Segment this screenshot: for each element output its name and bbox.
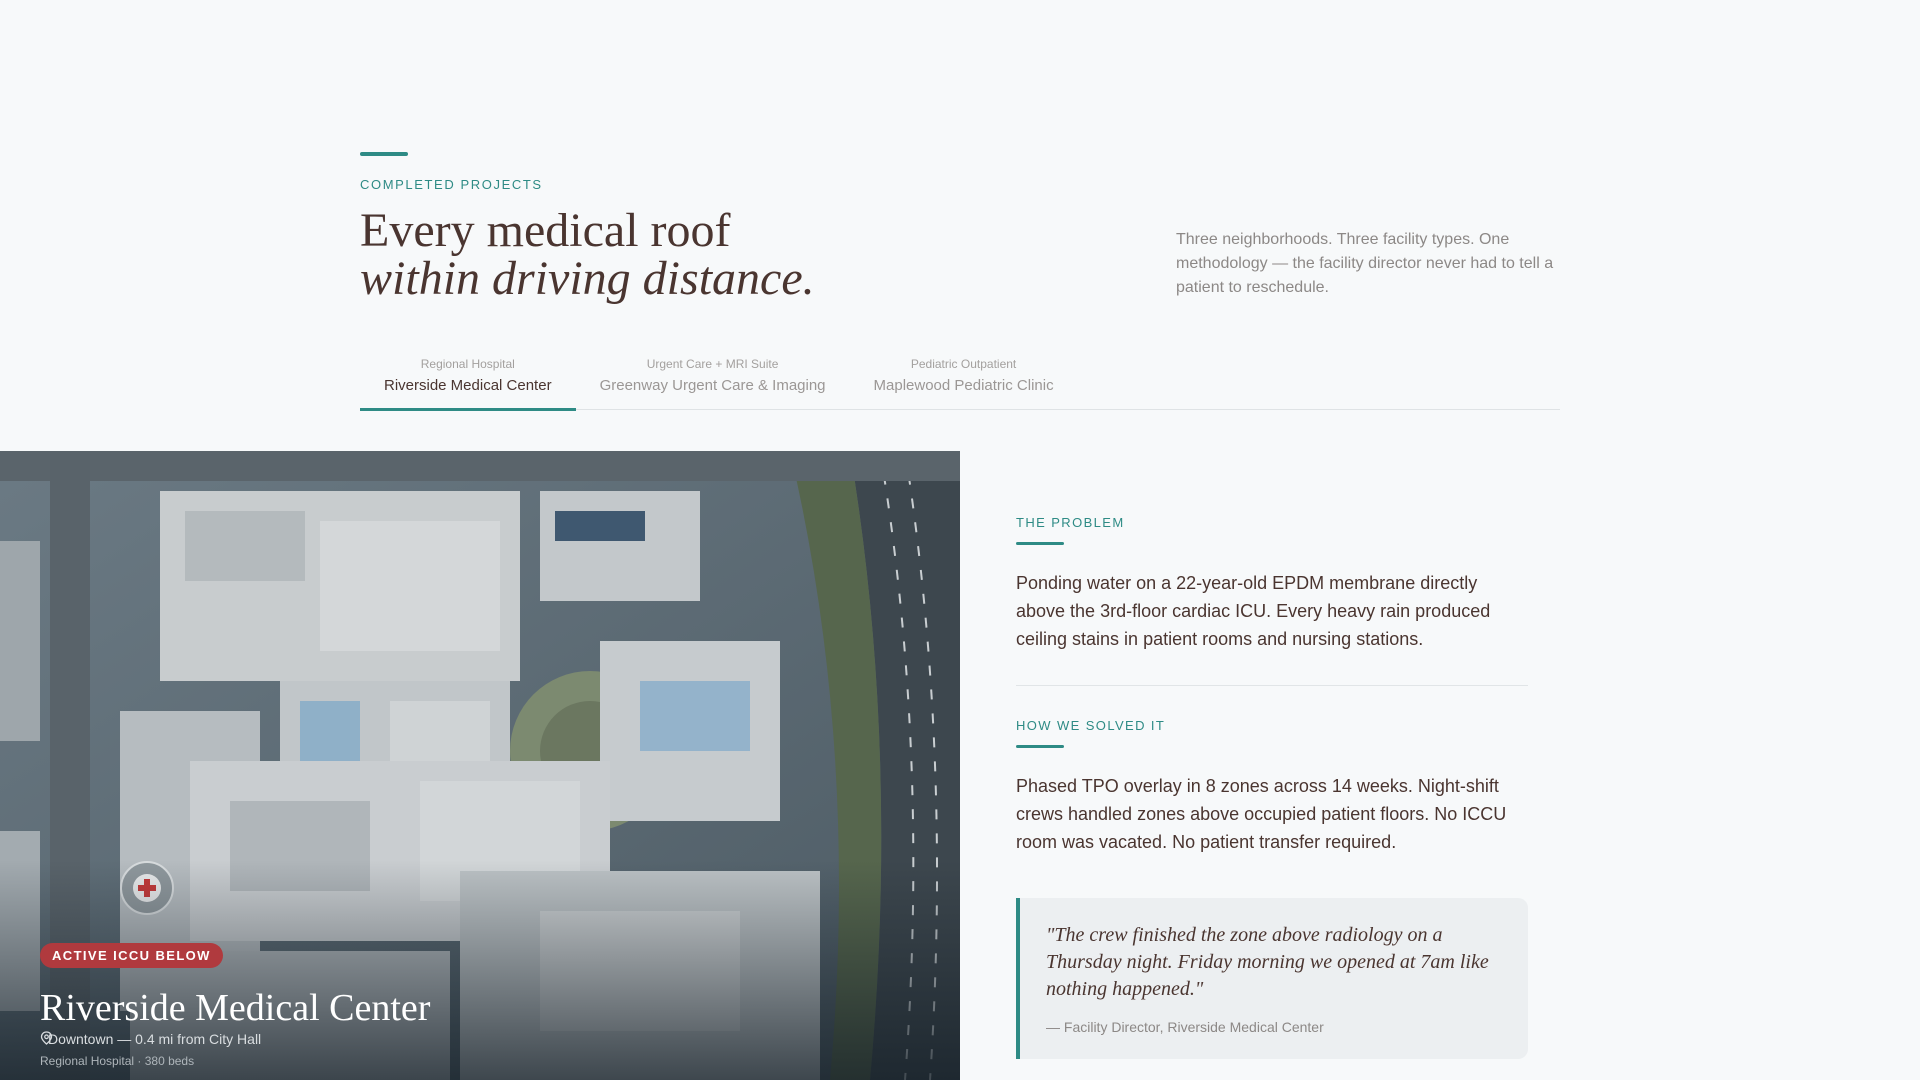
title-line-1: Every medical roof <box>360 204 731 257</box>
tab-type: Pediatric Outpatient <box>910 357 1017 371</box>
quote-attribution: — Facility Director, Riverside Medical C… <box>1046 1019 1324 1035</box>
tab-type: Regional Hospital <box>420 357 515 371</box>
quote-text: "The crew finished the zone above radiol… <box>1046 924 1489 1000</box>
problem-text: Ponding water on a 22-year-old EPDM memb… <box>1016 573 1491 649</box>
problem-rule <box>1016 542 1064 545</box>
tab-name: Greenway Urgent Care & Imaging <box>599 377 826 394</box>
tab-greenway[interactable]: Urgent Care + MRI Suite Greenway Urgent … <box>576 352 850 410</box>
photo-title: Riverside Medical Center <box>40 987 431 1029</box>
eyebrow-label: COMPLETED PROJECTS <box>360 177 543 192</box>
photo-gradient-overlay <box>0 860 960 1080</box>
location-text: Downtown — 0.4 mi from City Hall <box>48 1031 262 1047</box>
tab-type: Urgent Care + MRI Suite <box>646 357 779 371</box>
tab-name: Maplewood Pediatric Clinic <box>873 377 1054 394</box>
project-tabs: Regional Hospital Riverside Medical Cent… <box>360 352 1560 411</box>
photo-meta: Regional Hospital · 380 beds <box>40 1054 195 1068</box>
project-photo: ACTIVE ICCU BELOW Riverside Medical Cent… <box>0 451 960 1080</box>
accent-line <box>360 152 408 156</box>
solution-label: HOW WE SOLVED IT <box>1016 718 1166 733</box>
tab-maplewood[interactable]: Pediatric Outpatient Maplewood Pediatric… <box>850 352 1078 410</box>
solution-text: Phased TPO overlay in 8 zones across 14 … <box>1016 776 1507 852</box>
section-divider <box>1016 685 1528 686</box>
photo-location: Downtown — 0.4 mi from City Hall <box>40 1031 261 1047</box>
testimonial-quote: "The crew finished the zone above radiol… <box>1016 898 1528 1059</box>
status-badge: ACTIVE ICCU BELOW <box>40 943 223 968</box>
project-details: THE PROBLEM Ponding water on a 22-year-o… <box>1016 515 1528 1059</box>
solution-rule <box>1016 745 1064 748</box>
problem-label: THE PROBLEM <box>1016 515 1125 530</box>
intro-text: Three neighborhoods. Three facility type… <box>1176 231 1554 296</box>
tab-riverside[interactable]: Regional Hospital Riverside Medical Cent… <box>360 352 576 411</box>
tab-name: Riverside Medical Center <box>384 377 552 394</box>
